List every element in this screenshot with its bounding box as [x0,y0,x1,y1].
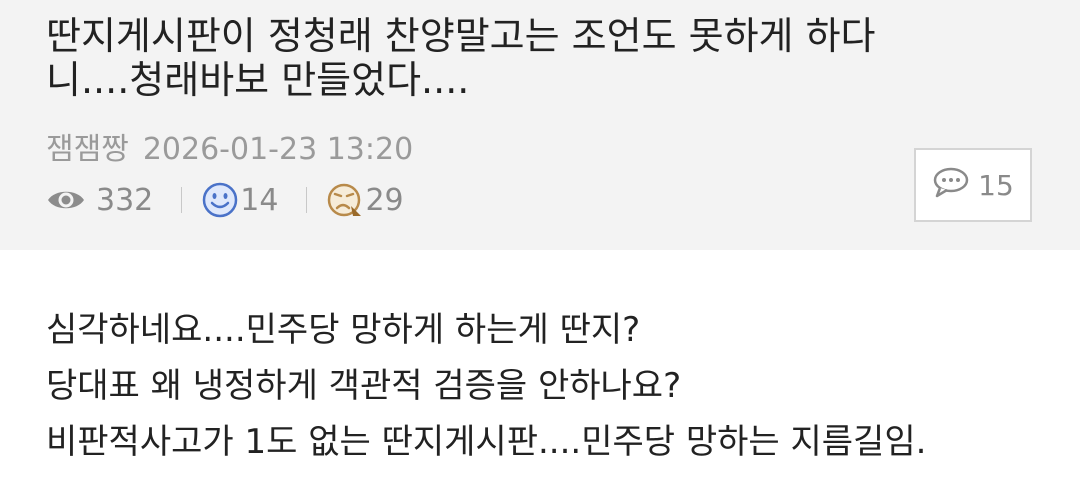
comments-button[interactable]: 15 [914,148,1032,222]
post-header: 딴지게시판이 정청래 찬양말고는 조언도 못하게 하다니....청래바보 만들었… [0,0,1080,250]
likes-count: 14 [240,182,279,218]
views-count: 332 [96,182,154,218]
post-meta: 잼잼짱 2026-01-23 13:20 [46,132,413,168]
frown-icon[interactable] [327,182,363,218]
comments-count: 15 [978,168,1014,202]
stat-divider [181,187,183,213]
author-name[interactable]: 잼잼짱 [46,132,129,168]
eye-icon [46,186,86,214]
post-datetime: 2026-01-23 13:20 [142,132,414,167]
smile-icon[interactable] [202,182,238,218]
post-stats: 332 14 29 [46,180,404,220]
dislikes-stat[interactable]: 29 [327,182,404,218]
body-line: 심각하네요....민주당 망하게 하는게 딴지? [46,310,641,350]
stat-divider [306,187,308,213]
post-title: 딴지게시판이 정청래 찬양말고는 조언도 못하게 하다니....청래바보 만들었… [46,14,876,102]
post-body: 심각하네요....민주당 망하게 하는게 딴지? 당대표 왜 냉정하게 객관적 … [46,302,1046,470]
chat-bubble-icon [932,166,970,205]
dislikes-count: 29 [365,182,404,218]
body-line: 비판적사고가 1도 없는 딴지게시판....민주당 망하는 지름길임. [46,422,927,462]
views-stat: 332 [46,183,153,218]
body-line: 당대표 왜 냉정하게 객관적 검증을 안하나요? [46,366,682,406]
likes-stat[interactable]: 14 [202,182,278,218]
